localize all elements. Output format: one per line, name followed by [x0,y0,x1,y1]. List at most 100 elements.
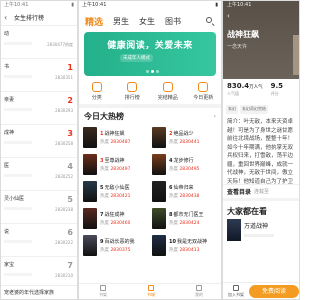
book-title: 战神狂飙 [227,30,259,39]
premium-icon [162,82,173,92]
book-name: 家宝 [4,262,15,268]
more-chevron-icon[interactable]: › [214,113,216,120]
heat-line: 热度 2830460 [100,220,130,226]
section-title: 今日大热榜 [84,111,124,121]
rank-number: 7 [67,261,73,270]
detail-action-bar: 加入书架 免费阅读 [223,282,299,299]
ranking-icon [127,82,138,92]
book-rank: 5 [100,185,104,191]
category-shortcut[interactable]: 今日更新 [188,82,218,101]
book-author[interactable]: 一念天许 [227,43,295,50]
book-item[interactable]: 5无敌小仙医 热度 2830421 [83,178,148,205]
list-item[interactable]: 说 6 2830222 [1,224,77,257]
stat-block: 9.5 评分 [271,82,283,105]
book-info: 2绝品战少 热度 2830441 [169,130,199,145]
list-item[interactable]: 医 4 2830252 [1,158,77,191]
add-to-shelf-button[interactable]: 加入书架 [223,284,249,298]
nav-书城[interactable]: 书城 [147,285,155,298]
pager-dot [156,70,159,73]
book-item[interactable]: 10我是无双战神 热度 2830413 [152,232,217,259]
status-bar: 上午10:41 ▮ [1,1,77,10]
heat-value: 2830495 [179,167,200,172]
list-item[interactable]: 灵小仙医 5 2830238 [1,191,77,224]
book-item[interactable]: 1战神狂飙 热度 2830487 [83,124,148,151]
category-shortcut[interactable]: 排行榜 [117,82,147,101]
tab-图书[interactable]: 图书 [165,16,181,27]
book-rank: 3 [100,158,104,164]
list-item[interactable]: 成神 3 2830258 [1,125,77,158]
tab-精选[interactable]: 精选 [85,15,103,28]
book-item[interactable]: 9百战长恶的我 热度 2830375 [83,232,148,259]
book-tag[interactable]: 玄幻奇幻完结 [240,105,268,114]
section-header: 今日大热榜 › [79,108,221,124]
book-item[interactable]: 3至尊战神 热度 2830497 [83,151,148,178]
heat-label: 热度 [100,167,111,172]
stat-label: 人气值 [227,91,239,96]
book-tag[interactable]: 玄幻 [226,105,238,114]
category-shortcut[interactable]: 分类 [82,82,112,101]
book-detail-screen: 上午10:41 ‹ 战神狂飙 一念天许 830.4万人气 人气值 9.5 评分 玄幻玄… [222,0,300,300]
book-cover [293,35,299,75]
list-item[interactable]: 亲妻 2 2830293 [1,92,77,125]
book-title: 战神狂飙 [104,131,125,137]
category-shortcut[interactable]: 完结精品 [153,82,183,101]
book-cover [152,181,166,202]
book-title: 至尊战神 [104,158,125,164]
free-read-button[interactable]: 免费阅读 [249,284,299,298]
heat-value: 2830375 [110,248,131,253]
book-cover [83,127,97,148]
book-item[interactable]: 8都市无门医王 热度 2830424 [152,205,217,232]
page-title: 女生排行榜 [14,15,45,22]
banner-title: 健康阅读，关爱未来 [107,41,193,51]
status-time: 上午10:41 [4,2,29,8]
heat-label: 热度 [169,248,180,253]
heat-line: 热度 2830421 [100,193,130,199]
book-title-line: 7战狂成神 [100,211,130,218]
book-name: 成神 [4,130,15,136]
bottom-nav: 书架 书城 我的 [79,283,221,299]
tab-男生[interactable]: 男生 [113,16,129,27]
list-item[interactable]: 动 2830477热度 [1,26,77,59]
hot-books-grid: 1战神狂飙 热度 2830487 2绝品战少 热度 2830441 3至尊战神热度 28… [79,124,221,259]
heat-label: 热度 [100,194,111,199]
book-name: 书 [4,64,10,70]
banner-pager [146,70,159,73]
book-item[interactable]: 2绝品战少 热度 2830441 [152,124,217,151]
back-arrow-icon[interactable]: ‹ [227,12,295,22]
tab-女生[interactable]: 女生 [139,16,155,27]
heat-value: 2830438 [179,194,200,199]
book-cover [152,235,166,256]
book-name: 说 [4,229,10,235]
book-cover [83,208,97,229]
text-placeholder [4,207,32,210]
category-icon [91,82,102,92]
stat-number: 9.5 [270,82,284,90]
recommended-book[interactable]: 万道战神 [223,219,299,247]
heat-value: 2830460 [110,221,131,226]
back-arrow-icon[interactable]: ‹ [4,13,14,22]
list-item[interactable]: 书 1 2830351 [1,59,77,92]
book-item[interactable]: 7战狂成神热度 2830460 [83,205,148,232]
nav-我的[interactable]: 我的 [195,285,203,298]
book-info: 5无敌小仙医 热度 2830421 [100,184,130,199]
nav-书架[interactable]: 书架 [99,285,107,298]
search-icon[interactable] [205,16,215,27]
list-item-partial[interactable]: 宠老婆的年代选择家族 [1,285,77,299]
promo-banner[interactable]: 健康阅读，关爱未来 未成年人模式 [84,32,216,76]
stat-block: 830.4万人气 人气值 [227,82,263,105]
battery-icon: ▮ [71,2,74,8]
left-ranking-screen: 上午10:41 ▮ ‹ 女生排行榜 动 2830477热度书 1 2830351 亲妻 2… [0,0,78,300]
book-tags: 玄幻 玄幻奇幻完结 [223,105,299,114]
battery-icon: ▮ [215,2,218,8]
heat-value: 2830210 [55,273,73,278]
book-item[interactable]: 4龙步修行 热度 2830495 [152,151,217,178]
book-item[interactable]: 6仙帝归来 热度 2830438 [152,178,217,205]
category-label: 排行榜 [124,95,140,101]
stat-value: 830.4万人气 [227,82,263,90]
heat-value: 2830477热度 [47,42,73,47]
directory-row[interactable]: 查看目录 连载至 [223,184,299,198]
book-title-line: 4龙步修行 [169,157,199,164]
heat-label: 热度 [100,248,111,253]
heat-value: 2830351 [55,75,73,80]
status-bar: 上午10:41 [227,1,295,10]
